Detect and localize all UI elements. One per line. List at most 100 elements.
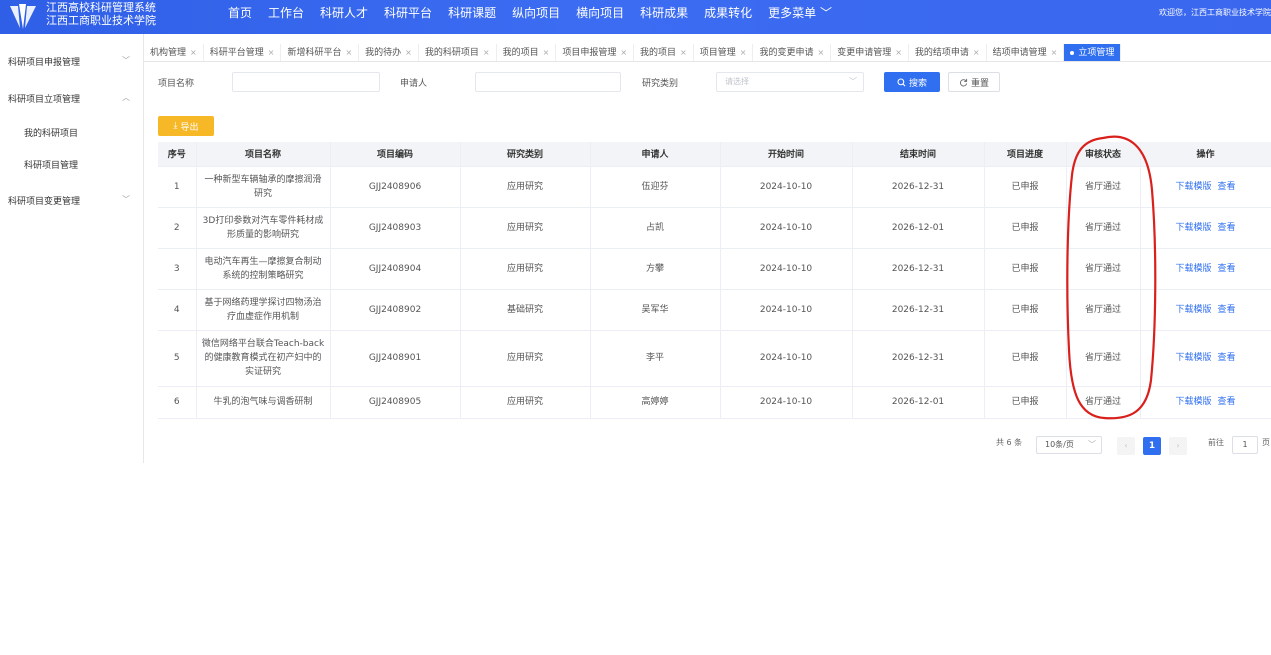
nav-workbench[interactable]: 工作台 <box>260 4 312 22</box>
cell-status: 省厅通过 <box>1066 330 1141 387</box>
top-nav: 首页 工作台 科研人才 科研平台 科研课题 纵向项目 横向项目 科研成果 成果转… <box>228 4 840 22</box>
tab-my-close[interactable]: 我的结项申请 × <box>909 44 987 61</box>
nav-achievement[interactable]: 科研成果 <box>632 4 696 22</box>
cell-status: 省厅通过 <box>1066 166 1141 208</box>
close-icon[interactable]: × <box>680 44 687 61</box>
close-icon[interactable]: × <box>620 44 627 61</box>
tab-my-change[interactable]: 我的变更申请 × <box>753 44 832 61</box>
download-template-link[interactable]: 下载模版 <box>1175 397 1211 407</box>
export-button[interactable]: ⤓ 导出 <box>158 116 214 136</box>
cell-category: 应用研究 <box>460 207 591 249</box>
reset-button-label: 重置 <box>970 78 989 89</box>
table-row: 4 基于网络药理学探讨四物汤治疗血虚症作用机制 GJJ2408902 基础研究 … <box>158 289 1271 331</box>
tab-close-manage[interactable]: 结项申请管理 × <box>987 44 1065 61</box>
close-icon[interactable]: × <box>817 44 824 61</box>
download-template-link[interactable]: 下载模版 <box>1175 182 1211 192</box>
current-page[interactable]: 1 <box>1143 437 1161 455</box>
tab-label: 项目管理 <box>699 48 736 58</box>
sidebar-item-apply[interactable]: 科研项目申报管理 <box>8 55 80 68</box>
cell-status: 省厅通过 <box>1066 207 1141 249</box>
tab-my-project[interactable]: 我的项目 × <box>497 44 557 61</box>
refresh-icon <box>959 78 968 86</box>
reset-button[interactable]: 重置 <box>948 72 1000 92</box>
download-template-link[interactable]: 下载模版 <box>1175 305 1211 315</box>
cell-category: 应用研究 <box>460 386 591 419</box>
cell-end: 2026-12-31 <box>852 289 985 331</box>
sidebar-item-approval[interactable]: 科研项目立项管理 <box>8 92 80 105</box>
category-label: 研究类别 <box>642 79 679 89</box>
next-page-button[interactable]: › <box>1169 437 1187 455</box>
page-suffix: 页 <box>1262 438 1270 447</box>
prev-page-button[interactable]: ‹ <box>1117 437 1135 455</box>
close-icon[interactable]: × <box>405 44 412 61</box>
col-header-status: 审核状态 <box>1066 142 1141 167</box>
nav-topic[interactable]: 科研课题 <box>440 4 504 22</box>
tab-label: 变更申请管理 <box>837 48 892 58</box>
close-icon[interactable]: × <box>190 44 197 61</box>
close-icon[interactable]: × <box>345 44 352 61</box>
cell-applicant: 占凯 <box>590 207 721 249</box>
tab-institution[interactable]: 机构管理 × <box>144 44 204 61</box>
view-link[interactable]: 查看 <box>1218 397 1236 407</box>
download-template-link[interactable]: 下载模版 <box>1175 353 1211 363</box>
nav-more-menu[interactable]: 更多菜单 ﹀ <box>760 4 840 22</box>
tab-my-research[interactable]: 我的科研项目 × <box>419 44 497 61</box>
cell-code: GJJ2408904 <box>330 248 461 290</box>
close-icon[interactable]: × <box>740 44 747 61</box>
close-icon[interactable]: × <box>895 44 902 61</box>
col-header-end: 结束时间 <box>852 142 985 167</box>
tab-approval-manage[interactable]: 立项管理 <box>1064 44 1122 61</box>
tab-change-manage[interactable]: 变更申请管理 × <box>831 44 909 61</box>
search-button[interactable]: 搜索 <box>884 72 940 92</box>
goto-page-input[interactable]: 1 <box>1232 436 1258 454</box>
close-icon[interactable]: × <box>483 44 490 61</box>
sidebar-subitem-project-manage[interactable]: 科研项目管理 <box>24 158 78 171</box>
tab-platform-manage[interactable]: 科研平台管理 × <box>204 44 282 61</box>
download-template-link[interactable]: 下载模版 <box>1175 223 1211 233</box>
nav-transfer[interactable]: 成果转化 <box>696 4 760 22</box>
close-icon[interactable]: × <box>1051 44 1058 61</box>
cell-no: 5 <box>158 330 197 387</box>
page-size-value: 10条/页 <box>1045 440 1074 449</box>
tab-add-platform[interactable]: 新增科研平台 × <box>281 44 360 61</box>
view-link[interactable]: 查看 <box>1218 182 1236 192</box>
sidebar-item-change[interactable]: 科研项目变更管理 <box>8 194 80 207</box>
school-name: 江西工商职业技术学院 <box>46 14 156 27</box>
cell-progress: 已申报 <box>984 289 1067 331</box>
cell-name: 3D打印参数对汽车零件耗材成形质量的影响研究 <box>196 207 331 249</box>
close-icon[interactable]: × <box>268 44 275 61</box>
tab-my-project-2[interactable]: 我的项目 × <box>634 44 694 61</box>
close-icon[interactable]: × <box>543 44 550 61</box>
view-link[interactable]: 查看 <box>1218 305 1236 315</box>
tab-project-manage[interactable]: 项目管理 × <box>694 44 754 61</box>
table-row: 1 一种新型车辆轴承的摩擦润滑研究 GJJ2408906 应用研究 伍迎芬 20… <box>158 166 1271 208</box>
tab-label: 我的结项申请 <box>914 48 969 58</box>
tab-label: 我的待办 <box>365 48 402 58</box>
nav-horizontal[interactable]: 横向项目 <box>568 4 632 22</box>
sidebar-subitem-my-projects[interactable]: 我的科研项目 <box>24 126 78 139</box>
cell-no: 2 <box>158 207 197 249</box>
download-template-link[interactable]: 下载模版 <box>1175 264 1211 274</box>
applicant-input[interactable] <box>475 72 621 92</box>
table-row: 2 3D打印参数对汽车零件耗材成形质量的影响研究 GJJ2408903 应用研究… <box>158 207 1271 249</box>
cell-name: 牛乳的泡气味与调香研制 <box>196 386 331 419</box>
view-link[interactable]: 查看 <box>1218 353 1236 363</box>
nav-vertical[interactable]: 纵向项目 <box>504 4 568 22</box>
app-window: 江西高校科研管理系统 江西工商职业技术学院 首页 工作台 科研人才 科研平台 科… <box>0 0 1271 463</box>
nav-talent[interactable]: 科研人才 <box>312 4 376 22</box>
view-link[interactable]: 查看 <box>1218 264 1236 274</box>
nav-platform[interactable]: 科研平台 <box>376 4 440 22</box>
close-icon[interactable]: × <box>973 44 980 61</box>
tab-todo[interactable]: 我的待办 × <box>359 44 419 61</box>
cell-applicant: 伍迎芬 <box>590 166 721 208</box>
cell-category: 应用研究 <box>460 166 591 208</box>
page-size-select[interactable]: 10条/页 ﹀ <box>1036 436 1102 454</box>
project-name-input[interactable] <box>232 72 380 92</box>
view-link[interactable]: 查看 <box>1218 223 1236 233</box>
col-header-code: 项目编码 <box>330 142 461 167</box>
active-dot-icon <box>1070 51 1075 55</box>
category-select[interactable]: 请选择 ﹀ <box>716 72 864 92</box>
tab-apply-manage[interactable]: 项目申报管理 × <box>556 44 635 61</box>
nav-home[interactable]: 首页 <box>228 4 260 22</box>
cell-start: 2024-10-10 <box>720 166 853 208</box>
